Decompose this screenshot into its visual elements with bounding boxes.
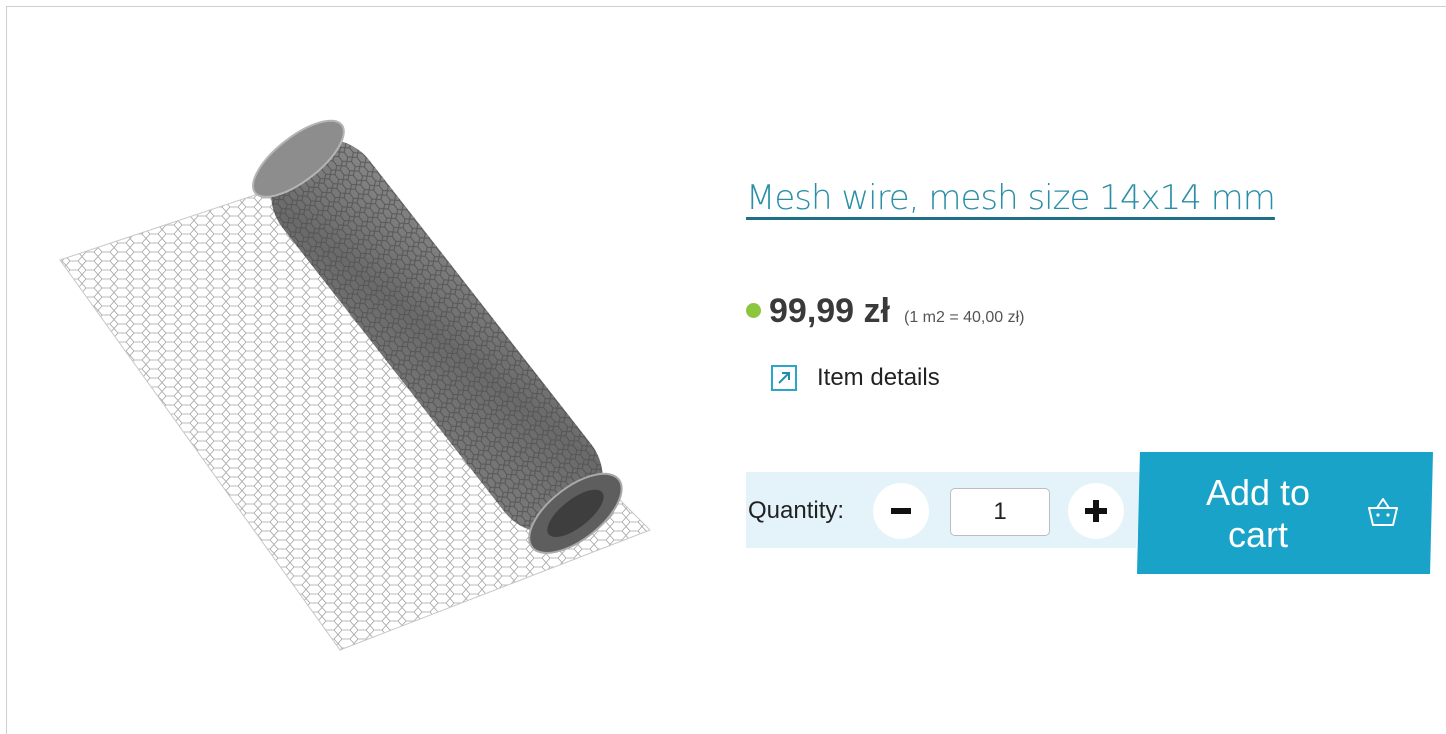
- stock-status-dot: [746, 303, 761, 318]
- product-image[interactable]: [50, 90, 700, 660]
- quantity-increase-button[interactable]: [1068, 483, 1124, 539]
- product-price: 99,99 zł: [769, 292, 890, 330]
- product-title[interactable]: Mesh wire, mesh size 14x14 mm: [746, 178, 1276, 218]
- basket-icon: [1368, 498, 1398, 526]
- plus-icon: [1085, 500, 1107, 522]
- unit-price: (1 m2 = 40,00 zł): [903, 309, 1025, 326]
- quantity-decrease-button[interactable]: [873, 483, 929, 539]
- external-link-icon: [771, 365, 797, 391]
- price-row: 99,99 zł (1 m2 = 40,00 zł): [746, 292, 1024, 331]
- item-details-link[interactable]: Item details: [771, 364, 940, 392]
- quantity-input[interactable]: [950, 488, 1050, 536]
- add-to-cart-button[interactable]: Add to cart: [1137, 452, 1433, 574]
- item-details-label: Item details: [817, 364, 940, 391]
- minus-icon: [891, 508, 911, 514]
- add-to-cart-label: Add to cart: [1205, 472, 1311, 555]
- quantity-label: Quantity:: [748, 497, 845, 524]
